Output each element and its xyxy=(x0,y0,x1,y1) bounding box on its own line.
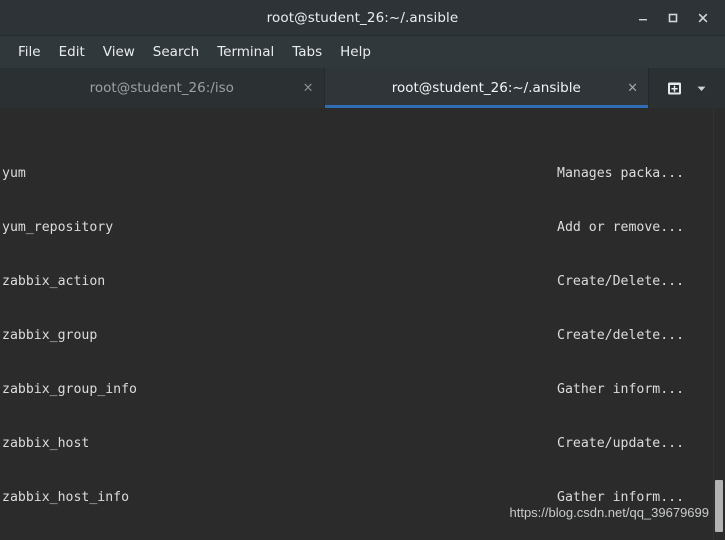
terminal-content[interactable]: yum Manages packa... yum_repository Add or… xyxy=(0,108,725,540)
module-name: zabbix_group xyxy=(2,328,98,343)
terminal-row: zabbix_group_info Gather inform... xyxy=(0,381,725,399)
tabbar: root@student_26:/iso × root@student_26:~… xyxy=(0,68,725,108)
module-name: yum xyxy=(2,166,26,181)
minimize-icon xyxy=(639,18,647,20)
menu-item-terminal[interactable]: Terminal xyxy=(208,41,283,63)
tab-close-icon[interactable]: × xyxy=(627,82,638,95)
module-description: Create/update... xyxy=(557,436,685,451)
module-name: zabbix_host xyxy=(2,436,90,451)
menu-item-file[interactable]: File xyxy=(9,41,50,63)
window-controls xyxy=(629,5,725,31)
terminal-window: root@student_26:~/.ansible File Edit Vie… xyxy=(0,0,725,540)
module-description: Gather inform... xyxy=(557,382,685,397)
new-tab-icon[interactable] xyxy=(666,80,683,97)
terminal-output: yum Manages packa... yum_repository Add or… xyxy=(0,111,725,540)
tab-label: root@student_26:/iso xyxy=(89,80,234,96)
tabbar-actions xyxy=(649,68,725,108)
terminal-row: zabbix_host_info Gather inform... xyxy=(0,489,725,507)
terminal-row: zabbix_host Create/update... xyxy=(0,435,725,453)
chevron-down-icon[interactable] xyxy=(695,82,708,95)
terminal-row: yum_repository Add or remove... xyxy=(0,219,725,237)
maximize-icon xyxy=(668,13,678,22)
menu-item-help[interactable]: Help xyxy=(331,41,380,63)
module-description: Gather inform... xyxy=(557,490,685,505)
close-button[interactable] xyxy=(689,5,717,31)
window-title: root@student_26:~/.ansible xyxy=(266,9,459,26)
module-description: Manages packa... xyxy=(557,166,685,181)
terminal-row: yum Manages packa... xyxy=(0,165,725,183)
menubar: File Edit View Search Terminal Tabs Help xyxy=(0,36,725,68)
module-description: Create/delete... xyxy=(557,328,685,343)
tab-close-icon[interactable]: × xyxy=(303,82,314,95)
scrollbar-thumb[interactable] xyxy=(715,480,723,532)
titlebar: root@student_26:~/.ansible xyxy=(0,0,725,36)
terminal-row: zabbix_group Create/delete... xyxy=(0,327,725,345)
maximize-button[interactable] xyxy=(659,5,687,31)
module-name: zabbix_host_info xyxy=(2,490,130,505)
tab-ansible[interactable]: root@student_26:~/.ansible × xyxy=(324,68,649,108)
module-description: Add or remove... xyxy=(557,220,685,235)
tab-iso[interactable]: root@student_26:/iso × xyxy=(0,68,325,108)
minimize-button[interactable] xyxy=(629,5,657,31)
tab-label: root@student_26:~/.ansible xyxy=(391,80,581,96)
menu-item-view[interactable]: View xyxy=(94,41,144,63)
menu-item-tabs[interactable]: Tabs xyxy=(283,41,331,63)
terminal-scrollbar[interactable] xyxy=(713,108,725,540)
module-name: yum_repository xyxy=(2,220,114,235)
menu-item-edit[interactable]: Edit xyxy=(50,41,94,63)
terminal-row: zabbix_action Create/Delete... xyxy=(0,273,725,291)
close-icon xyxy=(698,13,708,22)
module-name: zabbix_group_info xyxy=(2,382,137,397)
menu-item-search[interactable]: Search xyxy=(144,41,208,63)
module-description: Create/Delete... xyxy=(557,274,685,289)
module-name: zabbix_action xyxy=(2,274,106,289)
